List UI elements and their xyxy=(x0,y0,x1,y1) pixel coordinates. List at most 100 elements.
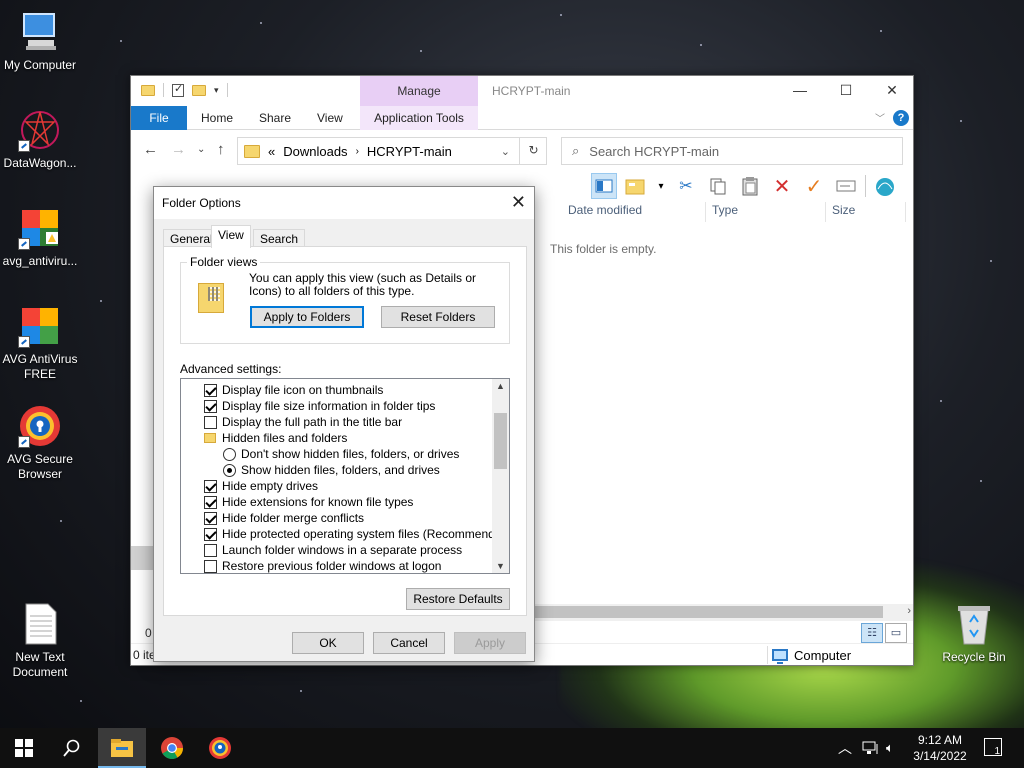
checkbox[interactable] xyxy=(204,543,217,557)
column-date-modified[interactable]: Date modified xyxy=(568,203,642,217)
address-bar[interactable]: « Downloads › HCRYPT-main ⌄ xyxy=(237,137,547,165)
advanced-setting-item[interactable]: Launch folder windows in a separate proc… xyxy=(204,542,462,558)
checkbox[interactable] xyxy=(204,415,217,429)
checkmark-icon[interactable]: ✓ xyxy=(801,173,827,199)
advanced-setting-item[interactable]: Hide folder merge conflicts xyxy=(204,510,364,526)
desktop-icon-new-text-document[interactable]: New Text Document xyxy=(0,602,80,680)
paste-icon[interactable] xyxy=(737,173,763,199)
advanced-setting-item[interactable]: Display file icon on thumbnails xyxy=(204,382,383,398)
show-hidden-icons[interactable]: ︿ xyxy=(838,728,852,768)
close-icon[interactable]: ✕ xyxy=(511,192,526,213)
advanced-setting-item[interactable]: Hide empty drives xyxy=(204,478,318,494)
up-arrow-icon[interactable]: ↑ xyxy=(217,141,225,158)
advanced-setting-item[interactable]: Show hidden files, folders, and drives xyxy=(223,462,440,478)
minimize-icon[interactable]: — xyxy=(777,76,823,106)
desktop-icon-avg-secure-browser[interactable]: AVG Secure Browser xyxy=(0,404,80,482)
checkbox[interactable] xyxy=(204,399,217,413)
breadcrumb-downloads[interactable]: Downloads xyxy=(283,144,347,159)
dropdown-arrow-icon[interactable]: ▾ xyxy=(655,173,667,199)
context-tab-manage[interactable]: Manage xyxy=(360,76,478,106)
advanced-setting-item[interactable]: Display the full path in the title bar xyxy=(204,414,402,430)
advanced-setting-item[interactable]: Display file size information in folder … xyxy=(204,398,435,414)
taskbar-avg-browser[interactable] xyxy=(196,728,244,768)
advanced-setting-item[interactable]: Hide extensions for known file types xyxy=(204,494,413,510)
rename-icon[interactable] xyxy=(833,173,859,199)
desktop-icon-avg-antivirus[interactable]: AVG AntiVirus FREE xyxy=(0,304,80,382)
vertical-scrollbar[interactable]: ▲ ▼ xyxy=(492,379,509,573)
scroll-right-icon[interactable]: › xyxy=(907,605,911,617)
large-icons-view-icon[interactable]: ▭ xyxy=(885,623,907,643)
checkbox[interactable] xyxy=(204,511,217,525)
folder-views-icon xyxy=(198,283,224,313)
refresh-icon[interactable]: ↻ xyxy=(519,137,547,165)
chevron-down-icon[interactable]: ﹀ xyxy=(875,110,885,125)
recent-chevron-icon[interactable]: ⌄ xyxy=(197,144,205,155)
restore-defaults-button[interactable]: Restore Defaults xyxy=(406,588,510,610)
customize-qa-icon[interactable]: ▾ xyxy=(214,85,219,96)
apply-button[interactable]: Apply xyxy=(454,632,526,654)
volume-icon[interactable]: 🔈︎ xyxy=(886,728,894,768)
scroll-thumb[interactable] xyxy=(535,606,883,618)
maximize-icon[interactable]: ☐ xyxy=(823,76,869,106)
notification-center-icon[interactable]: 1 xyxy=(984,738,1002,757)
search-box[interactable]: ⌕ Search HCRYPT-main xyxy=(561,137,903,165)
scroll-up-icon[interactable]: ▲ xyxy=(492,381,509,391)
tab-share[interactable]: Share xyxy=(249,106,301,130)
column-type[interactable]: Type xyxy=(712,203,738,217)
new-folder-icon[interactable] xyxy=(192,84,206,96)
scroll-down-icon[interactable]: ▼ xyxy=(492,561,509,571)
properties-icon[interactable] xyxy=(172,82,184,97)
column-size[interactable]: Size xyxy=(832,203,855,217)
network-icon[interactable] xyxy=(862,728,880,768)
close-icon[interactable]: ✕ xyxy=(869,76,915,106)
scroll-thumb[interactable] xyxy=(494,413,507,469)
breadcrumb-current[interactable]: HCRYPT-main xyxy=(367,144,452,159)
desktop-icon-my-computer[interactable]: My Computer xyxy=(0,10,80,73)
desktop-icon-avg-installer[interactable]: avg_antiviru... xyxy=(0,206,80,269)
horizontal-scrollbar[interactable]: › xyxy=(535,604,913,621)
tab-view[interactable]: View xyxy=(307,106,353,130)
tab-application-tools[interactable]: Application Tools xyxy=(360,106,478,130)
radio-button[interactable] xyxy=(223,447,236,461)
cut-icon[interactable]: ✂ xyxy=(673,173,699,199)
preview-pane-icon[interactable] xyxy=(591,173,617,199)
copy-icon[interactable] xyxy=(705,173,731,199)
advanced-setting-item[interactable]: Hide protected operating system files (R… xyxy=(204,526,509,542)
shell-icon[interactable] xyxy=(872,173,898,199)
advanced-setting-item[interactable]: Don't show hidden files, folders, or dri… xyxy=(223,446,459,462)
ok-button[interactable]: OK xyxy=(292,632,364,654)
apply-to-folders-button[interactable]: Apply to Folders xyxy=(250,306,364,328)
tab-home[interactable]: Home xyxy=(191,106,243,130)
tab-view[interactable]: View xyxy=(211,225,251,248)
dialog-title: Folder Options xyxy=(162,196,241,210)
folder-view-icon[interactable] xyxy=(623,173,649,199)
details-view-icon[interactable]: ☷ xyxy=(861,623,883,643)
start-button[interactable] xyxy=(0,728,48,768)
checkbox[interactable] xyxy=(204,495,217,509)
checkbox[interactable] xyxy=(204,383,217,397)
radio-button[interactable] xyxy=(223,463,236,477)
forward-arrow-icon[interactable]: → xyxy=(171,141,186,158)
explorer-titlebar[interactable]: ▾ Manage HCRYPT-main — ☐ ✕ xyxy=(131,76,913,106)
checkbox[interactable] xyxy=(204,479,217,493)
back-arrow-icon[interactable]: ← xyxy=(143,141,158,158)
taskbar-file-explorer[interactable] xyxy=(98,728,146,768)
dialog-titlebar[interactable]: Folder Options ✕ xyxy=(154,187,534,219)
advanced-setting-item[interactable]: Restore previous folder windows at logon xyxy=(204,558,441,573)
desktop-icon-recycle-bin[interactable]: Recycle Bin xyxy=(934,602,1014,665)
advanced-setting-item[interactable]: Hidden files and folders xyxy=(204,430,347,446)
checkbox[interactable] xyxy=(204,559,217,573)
taskbar-chrome[interactable] xyxy=(148,728,196,768)
address-dropdown-icon[interactable]: ⌄ xyxy=(501,145,510,158)
tab-file[interactable]: File xyxy=(131,106,187,130)
desktop-icon-datawagon[interactable]: DataWagon... xyxy=(0,108,80,171)
help-icon[interactable]: ? xyxy=(893,110,909,126)
cancel-button[interactable]: Cancel xyxy=(373,632,445,654)
clock[interactable]: 9:12 AM 3/14/2022 xyxy=(900,732,980,764)
nav-pane-scroll[interactable] xyxy=(131,546,155,570)
checkbox[interactable] xyxy=(204,527,217,541)
advanced-settings-list[interactable]: Display file icon on thumbnails Display f… xyxy=(180,378,510,574)
search-button[interactable] xyxy=(48,728,96,768)
reset-folders-button[interactable]: Reset Folders xyxy=(381,306,495,328)
delete-icon[interactable]: ✕ xyxy=(769,173,795,199)
